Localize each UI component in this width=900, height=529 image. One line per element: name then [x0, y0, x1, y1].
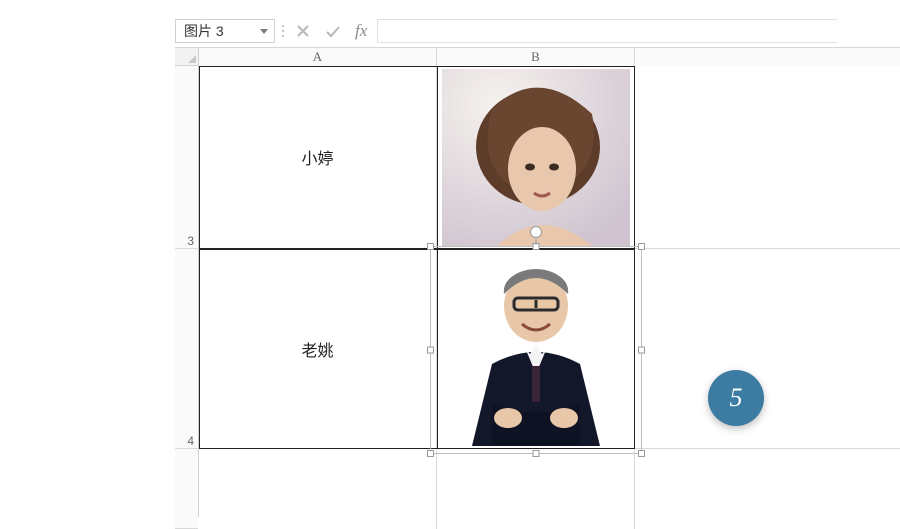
column-headers: A B: [199, 48, 900, 66]
table-border-mid: [437, 66, 438, 449]
row-headers: 3 4: [175, 66, 199, 517]
x-icon: [296, 24, 310, 38]
cancel-button: [291, 19, 315, 43]
fx-button[interactable]: fx: [351, 21, 371, 41]
check-icon: [325, 24, 341, 38]
separator-dots-icon: [281, 22, 285, 40]
row-header-3[interactable]: 3: [175, 66, 198, 249]
step-badge-number: 5: [730, 383, 743, 413]
select-all-corner[interactable]: [175, 48, 199, 66]
cell-b5[interactable]: [437, 449, 635, 529]
image-b4[interactable]: [442, 254, 630, 446]
col-header-empty[interactable]: [635, 48, 900, 66]
step-badge: 5: [708, 370, 764, 426]
grid[interactable]: 小婷 老姚: [199, 66, 900, 517]
cell-c4[interactable]: [635, 249, 900, 449]
spreadsheet-area: A B 3 4 小婷 老姚: [175, 48, 900, 517]
rotate-handle-icon[interactable]: [530, 226, 542, 238]
formula-input[interactable]: [377, 19, 837, 43]
col-header-a[interactable]: A: [199, 48, 437, 66]
dropdown-arrow-icon: [260, 29, 268, 34]
formula-bar: 图片 3 fx: [175, 18, 837, 44]
cell-a5[interactable]: [199, 449, 437, 529]
row-header-4[interactable]: 4: [175, 249, 198, 449]
name-box-value: 图片 3: [184, 21, 224, 41]
enter-button: [321, 19, 345, 43]
name-box[interactable]: 图片 3: [175, 19, 275, 43]
col-header-b[interactable]: B: [437, 48, 635, 66]
cell-c3[interactable]: [635, 66, 900, 249]
image-b3[interactable]: [442, 69, 630, 246]
cell-c5[interactable]: [635, 449, 900, 529]
row-header-5[interactable]: [175, 449, 198, 529]
